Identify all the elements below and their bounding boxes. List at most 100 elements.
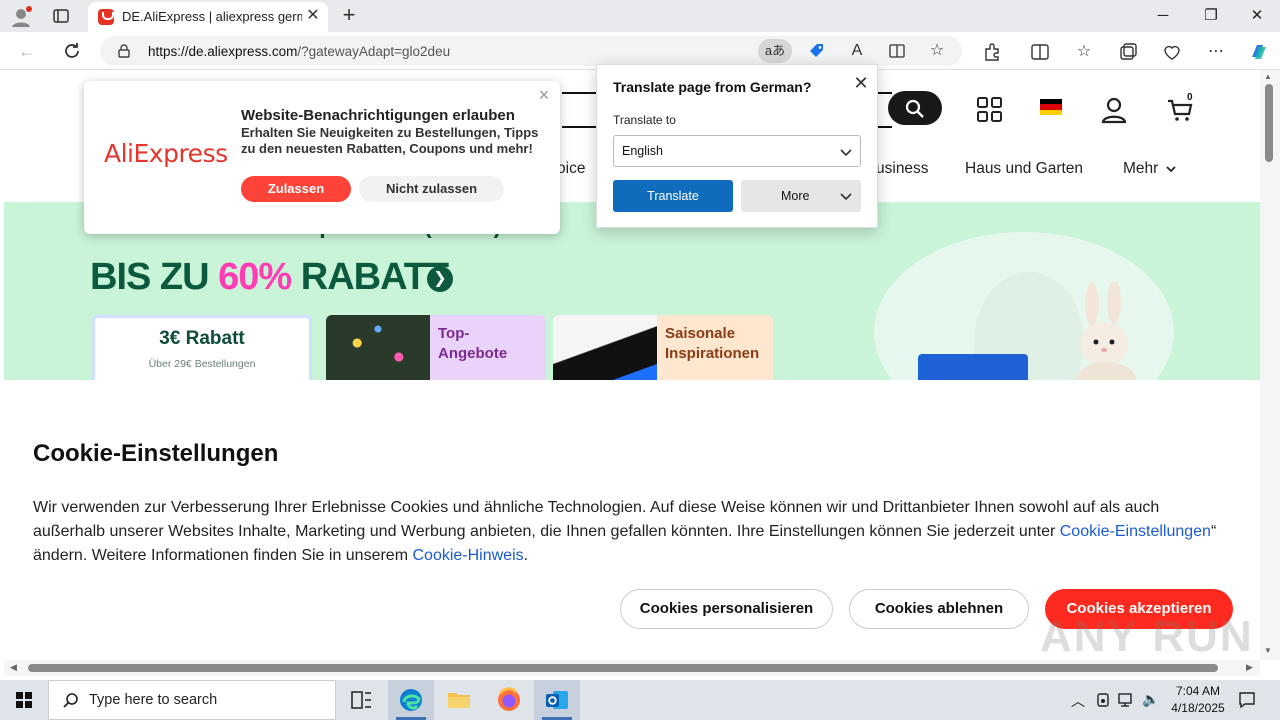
promo-label-seasonal: Saisonale Inspirationen [665, 325, 760, 362]
scroll-up-icon[interactable]: ▲ [1264, 72, 1272, 81]
taskbar-search-placeholder: Type here to search [89, 692, 218, 708]
vertical-scroll-thumb[interactable] [1265, 84, 1273, 162]
nav-more-label: Mehr [1123, 160, 1159, 177]
taskbar-outlook-button[interactable] [534, 680, 580, 720]
task-view-icon[interactable] [338, 680, 384, 720]
headline-post: RABATT [291, 256, 449, 298]
tray-device-icon[interactable] [1095, 692, 1111, 708]
taskbar-search-box[interactable]: Type here to search [48, 680, 336, 720]
cookie-title: Cookie-Einstellungen [33, 440, 279, 467]
laptop-image [918, 354, 1028, 380]
notification-title: Website-Benachrichtigungen erlauben [241, 107, 515, 124]
nav-item-more[interactable]: Mehr [1123, 160, 1176, 178]
target-language-select[interactable]: English [613, 135, 861, 167]
selected-language: English [622, 144, 663, 158]
more-menu-icon[interactable]: ⋯ [1206, 42, 1226, 62]
coupon-value: 3€ Rabatt [159, 328, 245, 349]
coupon-tag-icon[interactable] [808, 42, 826, 60]
search-icon [63, 693, 78, 708]
edge-icon [400, 689, 422, 711]
refresh-icon[interactable] [61, 40, 83, 62]
notification-text: Erhalten Sie Neuigkeiten zu Bestellungen… [241, 125, 539, 156]
cookie-text-part-3: . [523, 547, 529, 564]
translate-more-button[interactable]: More [741, 180, 861, 212]
qr-code-icon[interactable] [976, 96, 1004, 124]
taskbar-edge-button[interactable] [388, 680, 434, 720]
tab-actions-icon[interactable] [52, 7, 70, 25]
volume-icon[interactable]: 🔈 [1142, 691, 1159, 708]
cookies-reject-button[interactable]: Cookies ablehnen [849, 589, 1029, 629]
extensions-icon[interactable] [982, 42, 1002, 62]
account-icon[interactable] [1100, 96, 1128, 124]
vertical-scrollbar[interactable]: ▲ ▼ [1260, 70, 1280, 660]
minimize-button[interactable]: ─ [1140, 0, 1186, 32]
new-tab-button[interactable]: + [338, 4, 360, 26]
url-host: https://de.aliexpress.com [148, 44, 298, 59]
profile-icon[interactable] [10, 6, 32, 28]
notification-close-icon[interactable]: × [534, 85, 554, 105]
nav-item-choice[interactable]: oice [557, 160, 585, 178]
back-icon[interactable]: ← [16, 40, 38, 62]
scroll-down-icon[interactable]: ▼ [1264, 646, 1272, 655]
translate-close-icon[interactable]: ✕ [851, 73, 871, 93]
german-flag-icon[interactable] [1040, 99, 1062, 115]
horizontal-scrollbar[interactable]: ◀ ▶ [4, 660, 1260, 676]
translate-more-label: More [781, 189, 810, 203]
favorite-star-icon[interactable]: ☆ [928, 42, 946, 60]
file-explorer-icon[interactable] [436, 680, 482, 720]
promo-card-seasonal[interactable]: Saisonale Inspirationen [553, 315, 773, 380]
browser-essentials-icon[interactable] [1162, 42, 1182, 62]
scroll-right-icon[interactable]: ▶ [1246, 662, 1253, 673]
banner-headline: BIS ZU 60% RABATT [90, 256, 449, 299]
allow-notifications-button[interactable]: Zulassen [241, 176, 351, 202]
network-icon[interactable] [1118, 692, 1136, 708]
immersive-reader-icon[interactable] [888, 42, 906, 60]
cookie-notice-link[interactable]: Cookie-Hinweis [412, 547, 523, 564]
scroll-left-icon[interactable]: ◀ [10, 662, 17, 673]
cookie-settings-link[interactable]: Cookie-Einstellungen [1060, 523, 1211, 540]
chevron-down-icon [1166, 166, 1176, 173]
maximize-button[interactable]: ❐ [1188, 0, 1234, 32]
tab-close-icon[interactable]: ✕ [304, 7, 322, 25]
horizontal-scroll-thumb[interactable] [28, 664, 1218, 672]
tray-overflow-icon[interactable]: ︿ [1071, 691, 1085, 711]
browser-tab-active[interactable]: DE.AliExpress | aliexpress german ✕ [88, 2, 328, 32]
outlook-icon [546, 691, 568, 709]
nav-item-business[interactable]: usiness [876, 160, 929, 178]
windows-taskbar: Type here to search ︿ 🔈 7:04 AM 4/18/202… [0, 680, 1280, 720]
easter-bunny-image [1076, 282, 1136, 380]
clock-time: 7:04 AM [1175, 684, 1221, 698]
translate-icon[interactable]: aあ [758, 39, 792, 63]
lock-icon[interactable] [118, 44, 130, 58]
notification-center-icon[interactable] [1238, 691, 1256, 709]
coupon-card[interactable]: 3€ Rabatt Über 29€ Bestellungen [92, 315, 312, 380]
tab-title: DE.AliExpress | aliexpress german [122, 9, 302, 24]
headline-percent: 60% [218, 256, 292, 298]
search-button[interactable] [888, 91, 942, 125]
clock-date: 4/18/2025 [1171, 701, 1225, 715]
split-screen-icon[interactable] [1030, 42, 1050, 62]
cookies-personalize-button[interactable]: Cookies personalisieren [620, 589, 833, 629]
translate-question: Translate page from German? [613, 79, 812, 95]
cookie-text-part-1: Wir verwenden zur Verbesserung Ihrer Erl… [33, 499, 1160, 540]
translate-to-label: Translate to [613, 113, 676, 127]
url-text[interactable]: https://de.aliexpress.com/?gatewayAdapt=… [148, 44, 450, 59]
read-aloud-icon[interactable]: A [848, 42, 866, 60]
promo-image-shoe [553, 315, 657, 380]
copilot-icon[interactable] [1248, 41, 1270, 63]
aliexpress-favicon-icon [98, 9, 114, 25]
window-close-button[interactable]: ✕ [1234, 0, 1280, 32]
translate-button[interactable]: Translate [613, 180, 733, 212]
banner-arrow-icon[interactable]: ❯ [427, 266, 453, 292]
favorites-icon[interactable]: ☆ [1074, 42, 1094, 62]
firefox-icon[interactable] [486, 680, 532, 720]
anyrun-watermark: ANY RUN [1040, 612, 1254, 661]
taskbar-clock[interactable]: 7:04 AM 4/18/2025 [1160, 683, 1236, 717]
windows-start-icon[interactable] [0, 680, 48, 720]
deny-notifications-button[interactable]: Nicht zulassen [359, 176, 504, 202]
collections-icon[interactable] [1118, 42, 1138, 62]
url-field[interactable]: https://de.aliexpress.com/?gatewayAdapt=… [100, 36, 962, 66]
promo-card-top-deals[interactable]: Top- Angebote [326, 315, 546, 380]
nav-item-home-garden[interactable]: Haus und Garten [965, 160, 1083, 178]
translate-popup: Translate page from German? ✕ Translate … [596, 64, 878, 228]
